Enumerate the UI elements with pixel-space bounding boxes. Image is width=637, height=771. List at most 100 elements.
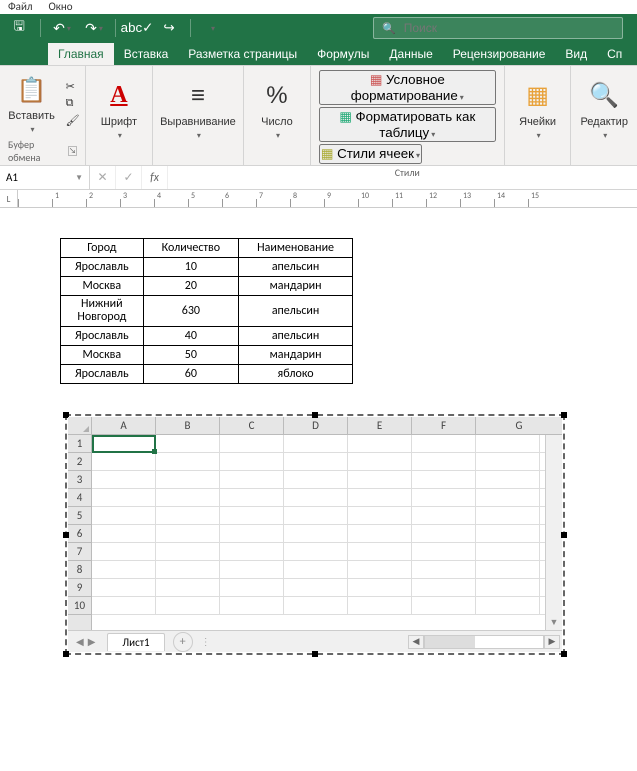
cell[interactable] bbox=[156, 453, 220, 470]
tab-splitter[interactable]: ⋮ bbox=[193, 635, 221, 648]
qat-customize[interactable] bbox=[199, 17, 225, 39]
scroll-track[interactable] bbox=[424, 635, 544, 649]
tab-insert[interactable]: Вставка bbox=[114, 43, 179, 65]
cell[interactable] bbox=[92, 525, 156, 542]
cell[interactable] bbox=[476, 597, 540, 614]
undo-button[interactable]: ↶ bbox=[49, 17, 75, 39]
select-all-corner[interactable] bbox=[68, 417, 92, 434]
cell[interactable] bbox=[92, 597, 156, 614]
cell[interactable] bbox=[476, 489, 540, 506]
format-painter-button[interactable]: 🖌 bbox=[64, 113, 82, 128]
tab-review[interactable]: Рецензирование bbox=[443, 43, 556, 65]
tab-data[interactable]: Данные bbox=[379, 43, 442, 65]
cell[interactable] bbox=[156, 507, 220, 524]
cell[interactable] bbox=[476, 561, 540, 578]
clipboard-launcher[interactable]: ↘ bbox=[68, 146, 77, 156]
cell[interactable] bbox=[476, 471, 540, 488]
cancel-formula-button[interactable]: ✕ bbox=[90, 166, 116, 189]
editing-button[interactable]: 🔍 Редактир bbox=[576, 76, 632, 142]
cells-area[interactable] bbox=[92, 435, 545, 630]
cell[interactable] bbox=[220, 525, 284, 542]
cell[interactable] bbox=[348, 453, 412, 470]
resize-handle-ml[interactable] bbox=[63, 532, 69, 538]
number-button[interactable]: % Число bbox=[249, 76, 305, 142]
alignment-button[interactable]: ≡ Выравнивание bbox=[156, 76, 240, 142]
cell[interactable] bbox=[220, 561, 284, 578]
cell[interactable] bbox=[348, 543, 412, 560]
cell[interactable] bbox=[92, 489, 156, 506]
format-as-table-button[interactable]: ▦ Форматировать как таблицу bbox=[319, 107, 496, 142]
cell[interactable] bbox=[348, 597, 412, 614]
col-header[interactable]: E bbox=[348, 417, 412, 434]
cell[interactable] bbox=[284, 453, 348, 470]
cell[interactable] bbox=[412, 579, 476, 596]
tab-home[interactable]: Главная bbox=[48, 43, 114, 65]
cell[interactable] bbox=[348, 525, 412, 542]
cell[interactable] bbox=[412, 489, 476, 506]
fx-button[interactable]: fx bbox=[142, 166, 168, 189]
embedded-spreadsheet[interactable]: A B C D E F G 12345678910 ▼ ◀▶ bbox=[65, 414, 565, 655]
sheet-nav[interactable]: ◀▶ bbox=[68, 635, 103, 648]
cell[interactable] bbox=[476, 543, 540, 560]
cell[interactable] bbox=[220, 543, 284, 560]
cell[interactable] bbox=[284, 561, 348, 578]
row-header[interactable]: 1 bbox=[68, 435, 91, 453]
qat-action-1[interactable]: abc✓ bbox=[124, 17, 150, 39]
cell[interactable] bbox=[92, 471, 156, 488]
cell[interactable] bbox=[156, 579, 220, 596]
cell[interactable] bbox=[476, 579, 540, 596]
row-header[interactable]: 5 bbox=[68, 507, 91, 525]
scroll-thumb[interactable] bbox=[425, 636, 475, 648]
nav-next-icon[interactable]: ▶ bbox=[88, 635, 96, 648]
cell[interactable] bbox=[284, 471, 348, 488]
cell[interactable] bbox=[220, 453, 284, 470]
resize-handle-mr[interactable] bbox=[561, 532, 567, 538]
cell[interactable] bbox=[220, 489, 284, 506]
cell[interactable] bbox=[156, 471, 220, 488]
cell[interactable] bbox=[412, 561, 476, 578]
cell[interactable] bbox=[476, 525, 540, 542]
name-box[interactable]: A1 ▼ bbox=[0, 166, 90, 189]
row-header[interactable]: 3 bbox=[68, 471, 91, 489]
row-header[interactable]: 10 bbox=[68, 597, 91, 615]
cell[interactable] bbox=[284, 507, 348, 524]
qat-action-2[interactable]: ↪ bbox=[156, 17, 182, 39]
menu-file[interactable]: Файл bbox=[8, 0, 33, 14]
col-header[interactable]: B bbox=[156, 417, 220, 434]
cell[interactable] bbox=[348, 561, 412, 578]
conditional-format-button[interactable]: ▦ Условное форматирование bbox=[319, 70, 496, 105]
cell[interactable] bbox=[156, 435, 220, 452]
cell[interactable] bbox=[156, 525, 220, 542]
search-input[interactable] bbox=[404, 21, 614, 35]
cell[interactable] bbox=[412, 525, 476, 542]
row-header[interactable]: 8 bbox=[68, 561, 91, 579]
cells-button[interactable]: ▦ Ячейки bbox=[510, 76, 566, 142]
horizontal-ruler[interactable] bbox=[0, 190, 637, 208]
active-cell-outline[interactable] bbox=[92, 435, 156, 453]
cell[interactable] bbox=[220, 579, 284, 596]
cut-button[interactable]: ✂ bbox=[64, 79, 82, 94]
cell[interactable] bbox=[412, 507, 476, 524]
cell[interactable] bbox=[348, 507, 412, 524]
redo-button[interactable]: ↷ bbox=[81, 17, 107, 39]
cell[interactable] bbox=[284, 435, 348, 452]
col-header[interactable]: D bbox=[284, 417, 348, 434]
accept-formula-button[interactable]: ✓ bbox=[116, 166, 142, 189]
resize-handle-tr[interactable] bbox=[561, 412, 567, 418]
menu-window[interactable]: Окно bbox=[49, 0, 73, 14]
cell[interactable] bbox=[156, 489, 220, 506]
cell[interactable] bbox=[476, 435, 540, 452]
cell[interactable] bbox=[220, 471, 284, 488]
col-header[interactable]: G bbox=[476, 417, 562, 434]
col-header[interactable]: A bbox=[92, 417, 156, 434]
sheet-tab[interactable]: Лист1 bbox=[107, 633, 164, 651]
cell[interactable] bbox=[348, 489, 412, 506]
cell[interactable] bbox=[476, 453, 540, 470]
resize-handle-tm[interactable] bbox=[312, 412, 318, 418]
horizontal-scrollbar[interactable]: ◀ ▶ bbox=[408, 635, 562, 649]
scroll-left-button[interactable]: ◀ bbox=[408, 635, 424, 649]
cell[interactable] bbox=[92, 507, 156, 524]
cell[interactable] bbox=[412, 543, 476, 560]
col-header[interactable]: F bbox=[412, 417, 476, 434]
cell[interactable] bbox=[220, 597, 284, 614]
